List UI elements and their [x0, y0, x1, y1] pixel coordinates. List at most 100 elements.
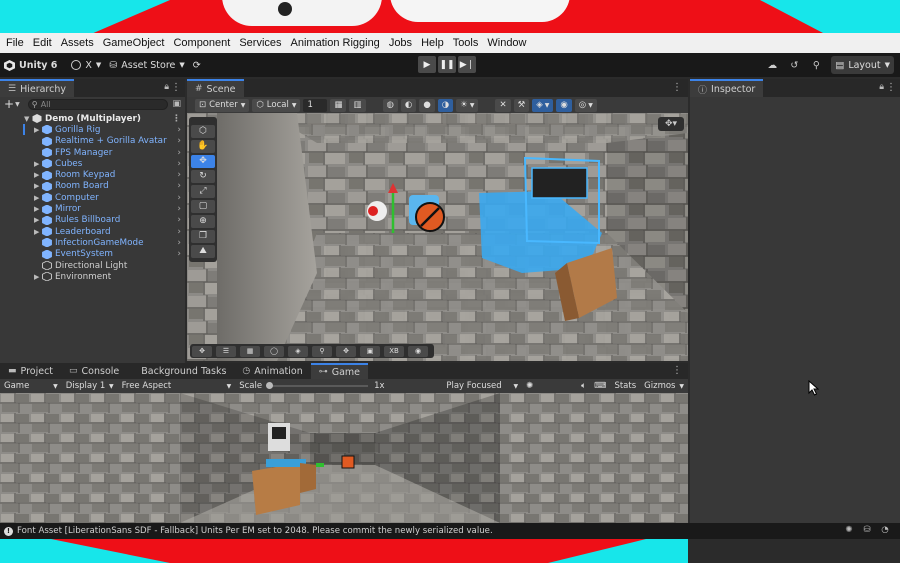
hierarchy-item[interactable]: Realtime + Gorilla Avatar › — [0, 136, 185, 147]
view-tool-button[interactable] — [191, 119, 215, 123]
lock-icon[interactable]: 🔒︎ — [164, 82, 169, 92]
expand-arrow-icon[interactable]: ▶ — [34, 228, 42, 236]
pivot-dropdown[interactable]: ⊡ Center ▼ — [195, 98, 250, 112]
hierarchy-search-input[interactable]: ⚲ All — [27, 98, 169, 110]
stats-toggle[interactable]: Stats — [610, 380, 640, 392]
expand-arrow-icon[interactable]: ▶ — [34, 205, 42, 213]
progress-icon[interactable]: ◔ — [876, 525, 894, 535]
expand-arrow-icon[interactable]: ▼ — [24, 115, 32, 123]
shading-mode-button[interactable]: ◐ — [400, 98, 417, 112]
status-message[interactable]: Font Asset [LiberationSans SDF - Fallbac… — [17, 526, 493, 536]
tab-animation[interactable]: ◷ Animation — [234, 363, 310, 379]
overlay-tool-button[interactable]: ✥ — [336, 345, 356, 357]
tab-scene[interactable]: # Scene — [187, 79, 244, 97]
more-options-icon[interactable]: ⋮ — [886, 82, 896, 93]
hierarchy-item[interactable]: ▶ Mirror › — [0, 203, 185, 214]
shaded-button[interactable]: ● — [419, 98, 435, 112]
chevron-right-icon[interactable]: › — [177, 125, 181, 135]
menu-jobs[interactable]: Jobs — [389, 37, 412, 49]
gizmos-dropdown[interactable]: ◎ ▼ — [574, 98, 597, 112]
audio-toggle[interactable]: ✕ — [495, 98, 511, 112]
expand-arrow-icon[interactable]: ▶ — [34, 126, 42, 134]
snap-increment-button[interactable]: ▥ — [349, 98, 366, 112]
hierarchy-item[interactable]: Directional Light — [0, 260, 185, 271]
hierarchy-item[interactable]: EventSystem › — [0, 249, 185, 260]
filter-icon[interactable]: ▣ — [172, 99, 181, 109]
chevron-right-icon[interactable]: › — [177, 181, 181, 191]
move-tool-button[interactable]: ✥ — [191, 155, 215, 168]
rotate-tool-button[interactable]: ↻ — [191, 170, 215, 183]
menu-help[interactable]: Help — [421, 37, 444, 49]
menu-edit[interactable]: Edit — [33, 37, 52, 49]
hierarchy-item[interactable]: ▶ Rules Billboard › — [0, 215, 185, 226]
grid-snap-button[interactable]: ▦ — [330, 98, 347, 112]
tab-project[interactable]: ▬ Project — [0, 363, 61, 379]
game-viewport[interactable] — [0, 393, 688, 523]
chevron-right-icon[interactable]: › — [177, 249, 181, 259]
chevron-right-icon[interactable]: › — [177, 136, 181, 146]
bug-icon[interactable]: ✺ — [840, 525, 858, 535]
debug-toggle[interactable]: ✺ — [522, 380, 537, 392]
hierarchy-item[interactable]: ▶ Room Keypad › — [0, 169, 185, 180]
draw-mode-button[interactable]: ◍ — [382, 98, 398, 112]
keyboard-toggle[interactable]: ⌨ — [590, 380, 610, 392]
overlay-tool-button[interactable]: ⚲ — [312, 345, 332, 357]
aspect-dropdown[interactable]: Free Aspect ▼ — [118, 380, 236, 392]
transform-tool-button[interactable]: ⊕ — [191, 215, 215, 228]
cloud-icon[interactable]: ☁ — [761, 56, 783, 74]
chevron-right-icon[interactable]: › — [177, 238, 181, 248]
xb-button[interactable]: XB — [384, 345, 404, 357]
scale-slider-handle[interactable] — [266, 382, 274, 389]
menu-file[interactable]: File — [6, 37, 24, 49]
menu-animation-rigging[interactable]: Animation Rigging — [291, 37, 380, 49]
step-button[interactable]: ▶❘ — [458, 56, 476, 73]
hierarchy-item[interactable]: InfectionGameMode › — [0, 237, 185, 248]
overlay-tool-button[interactable]: ☰ — [216, 345, 236, 357]
menu-assets[interactable]: Assets — [61, 37, 94, 49]
overlay-tool-button[interactable]: ▣ — [360, 345, 380, 357]
more-options-icon[interactable]: ⋮ — [672, 82, 682, 93]
hierarchy-item[interactable]: ▶ Gorilla Rig › — [0, 124, 185, 135]
tab-inspector[interactable]: ⓘ Inspector — [690, 79, 764, 97]
chevron-right-icon[interactable]: › — [177, 170, 181, 180]
hierarchy-item[interactable]: ▶ Room Board › — [0, 181, 185, 192]
overlay-tool-button[interactable]: ✥ — [192, 345, 212, 357]
grid-size-field[interactable]: 1 — [303, 98, 328, 112]
visibility-toggle[interactable]: ◉ — [556, 98, 572, 112]
scale-slider[interactable] — [266, 382, 369, 389]
lock-icon[interactable]: 🔒︎ — [879, 82, 884, 92]
space-dropdown[interactable]: ⬡ Local ▼ — [252, 98, 301, 112]
tools-toggle[interactable]: ⚒ — [513, 98, 530, 112]
cache-icon[interactable]: ⛁ — [858, 525, 876, 535]
history-icon[interactable]: ↺ — [783, 56, 805, 74]
asset-store-button[interactable]: ⛁ Asset Store ▼ — [105, 56, 188, 74]
tab-console[interactable]: ▭ Console — [61, 363, 127, 379]
rect-tool-button[interactable]: ▢ — [191, 200, 215, 213]
chevron-right-icon[interactable]: › — [177, 227, 181, 237]
expand-arrow-icon[interactable]: ▶ — [34, 171, 42, 179]
overlay-tool-button[interactable]: ◉ — [408, 345, 428, 357]
hierarchy-item[interactable]: FPS Manager › — [0, 147, 185, 158]
scale-tool-button[interactable]: ⤢ — [191, 185, 215, 198]
menu-gameobject[interactable]: GameObject — [103, 37, 165, 49]
hierarchy-item[interactable]: ▶ Cubes › — [0, 158, 185, 169]
overlay-tool-button[interactable]: ◯ — [264, 345, 284, 357]
custom-tool-button[interactable]: ❐ — [191, 230, 215, 243]
chevron-right-icon[interactable]: › — [177, 204, 181, 214]
menu-component[interactable]: Component — [173, 37, 230, 49]
tab-hierarchy[interactable]: ☰ Hierarchy — [0, 79, 74, 97]
fx-dropdown[interactable]: ☀ ▼ — [456, 98, 479, 112]
chevron-down-icon[interactable]: ▼ — [15, 101, 20, 108]
scene-viewport[interactable]: ⬡ ✋ ✥ ↻ ⤢ ▢ ⊕ ❐ ⛰ ✥▾ ✥ ☰ ▦ ◯ ◈ ⚲ ✥ ▣ XB … — [187, 113, 688, 361]
play-button[interactable]: ▶ — [418, 56, 436, 73]
chevron-right-icon[interactable]: › — [177, 193, 181, 203]
hierarchy-item[interactable]: ▶ Environment — [0, 271, 185, 282]
view-tool-button[interactable]: ⬡ — [191, 125, 215, 138]
chevron-right-icon[interactable]: › — [177, 148, 181, 158]
game-mode-dropdown[interactable]: Game ▼ — [0, 380, 62, 392]
overlay-tool-button[interactable]: ◈ — [288, 345, 308, 357]
display-dropdown[interactable]: Display 1 ▼ — [62, 380, 118, 392]
expand-arrow-icon[interactable]: ▶ — [34, 160, 42, 168]
hand-tool-button[interactable]: ✋ — [191, 140, 215, 153]
tab-background-tasks[interactable]: Background Tasks — [127, 363, 234, 379]
